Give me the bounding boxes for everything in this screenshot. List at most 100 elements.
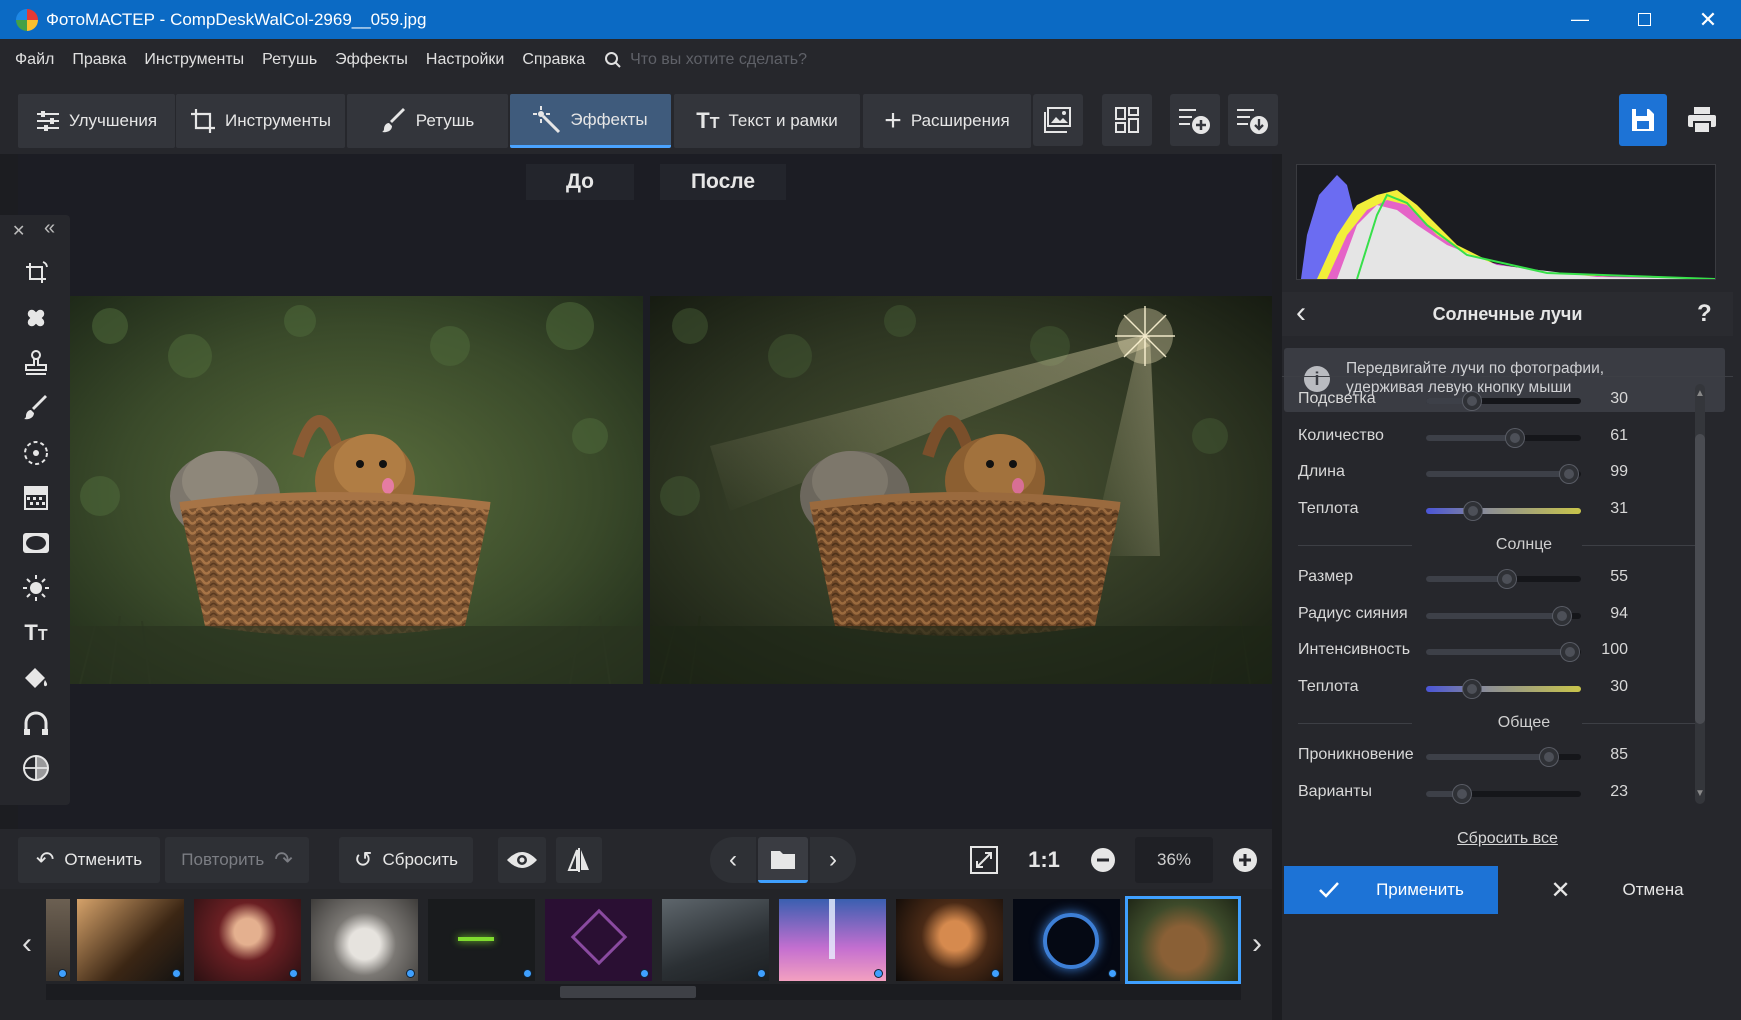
filmstrip-thumbnail[interactable] [46,899,70,981]
filmstrip-thumbnail[interactable] [662,899,769,981]
slider-track[interactable] [1426,501,1581,520]
filmstrip-thumbnail[interactable] [545,899,652,981]
maximize-button[interactable] [1612,0,1676,39]
filmstrip-thumbnail-selected[interactable] [1125,896,1241,984]
tab-retouch[interactable]: Ретушь [347,94,508,148]
radial-filter-tool[interactable] [18,435,54,471]
slider-value[interactable]: 99 [1588,463,1628,481]
healing-tool[interactable] [18,300,54,336]
fit-screen-button[interactable] [960,837,1008,883]
slider-track[interactable] [1426,606,1581,625]
tab-tools[interactable]: Инструменты [176,94,345,148]
slider-value[interactable]: 100 [1588,641,1628,659]
scroll-down-icon[interactable]: ▼ [1695,788,1705,799]
fill-tool[interactable] [18,660,54,696]
filmstrip-scrollbar[interactable] [46,984,1241,1000]
menu-tools[interactable]: Инструменты [135,51,253,69]
preview-toggle-button[interactable] [498,837,546,883]
cancel-button[interactable]: ✕ Отмена [1512,866,1722,914]
search-input[interactable]: Что вы хотите сделать? [630,51,807,69]
slider-value[interactable]: 23 [1588,783,1628,801]
before-label[interactable]: До [526,164,634,200]
scroll-up-icon[interactable]: ▲ [1695,388,1705,399]
slider-value[interactable]: 61 [1588,427,1628,445]
collapse-panel-icon[interactable]: « [44,217,55,240]
filmstrip-thumbnail[interactable] [896,899,1003,981]
filmstrip-thumbnail[interactable] [311,899,418,981]
compare-toggle-button[interactable] [556,837,602,883]
slider-track[interactable] [1426,392,1581,410]
slider-track[interactable] [1426,428,1581,447]
close-panel-icon[interactable]: ✕ [12,221,25,241]
zoom-in-button[interactable] [1222,837,1268,883]
menu-help[interactable]: Справка [513,51,594,69]
curves-tool[interactable] [18,705,54,741]
load-preset-button[interactable] [1228,94,1278,146]
slider-handle[interactable] [1453,784,1471,803]
apply-button[interactable]: Применить [1284,866,1498,914]
slider-value[interactable]: 85 [1588,746,1628,764]
open-folder-button[interactable] [758,837,808,883]
zoom-level-display[interactable]: 36% [1135,837,1213,883]
filmstrip-thumbnail[interactable] [779,899,886,981]
text-tool[interactable]: TT [18,615,54,651]
menu-effects[interactable]: Эффекты [326,51,417,69]
panel-scroll-thumb[interactable] [1695,434,1705,724]
slider-track[interactable] [1426,570,1581,588]
menu-settings[interactable]: Настройки [417,51,513,69]
slider-track[interactable] [1426,465,1581,483]
search-box[interactable]: Что вы хотите сделать? [604,51,807,69]
clone-stamp-tool[interactable] [18,345,54,381]
print-button[interactable] [1677,94,1727,146]
slider-track[interactable] [1426,679,1581,698]
slider-value[interactable]: 30 [1588,678,1628,696]
slider-track[interactable] [1426,748,1581,766]
reset-all-link[interactable]: Сбросить все [1282,830,1733,848]
tab-extensions[interactable]: + Расширения [863,94,1031,148]
tab-enhancements[interactable]: Улучшения [18,94,175,148]
tab-effects[interactable]: Эффекты [510,94,671,148]
slider-handle[interactable] [1506,428,1524,447]
gradient-filter-tool[interactable] [18,480,54,516]
save-button[interactable] [1619,94,1667,146]
slider-track[interactable] [1426,643,1581,661]
add-preset-button[interactable] [1170,94,1220,146]
slider-handle[interactable] [1561,643,1579,661]
reset-button[interactable]: ↺ Сбросить [339,837,473,883]
filmstrip-next-button[interactable]: › [1245,909,1269,979]
slider-value[interactable]: 94 [1588,605,1628,623]
light-tool[interactable] [18,570,54,606]
close-button[interactable]: ✕ [1676,0,1740,39]
filmstrip-prev-button[interactable]: ‹ [14,909,40,979]
filmstrip-scroll-thumb[interactable] [560,986,696,998]
menu-retouch[interactable]: Ретушь [253,51,326,69]
slider-handle[interactable] [1540,748,1558,766]
undo-button[interactable]: ↶ Отменить [18,837,160,883]
slider-value[interactable]: 31 [1588,500,1628,518]
rotate-crop-tool[interactable] [18,255,54,291]
slider-handle[interactable] [1560,465,1578,483]
filmstrip-thumbnail[interactable] [1013,899,1120,981]
slider-handle[interactable] [1463,392,1481,410]
redo-button[interactable]: Повторить ↷ [165,837,309,883]
slider-handle[interactable] [1463,679,1481,698]
prev-image-button[interactable]: ‹ [710,837,756,883]
filmstrip-thumbnail[interactable] [194,899,301,981]
next-image-button[interactable]: › [810,837,856,883]
slider-track[interactable] [1426,784,1581,803]
geotag-tool[interactable] [18,750,54,786]
after-label[interactable]: После [660,164,786,200]
filmstrip-thumbnail[interactable] [428,899,535,981]
slider-value[interactable]: 55 [1588,568,1628,586]
zoom-1to1-button[interactable]: 1:1 [1020,837,1068,883]
tab-text-frames[interactable]: TT Текст и рамки [674,94,860,148]
slider-handle[interactable] [1464,501,1482,520]
image-view-button[interactable] [1033,94,1083,146]
menu-edit[interactable]: Правка [63,51,135,69]
slider-handle[interactable] [1553,606,1571,625]
brush-tool[interactable] [18,390,54,426]
zoom-out-button[interactable] [1080,837,1126,883]
slider-value[interactable]: 30 [1588,390,1628,408]
back-button[interactable]: ‹ [1296,296,1306,330]
menu-file[interactable]: Файл [6,51,63,69]
